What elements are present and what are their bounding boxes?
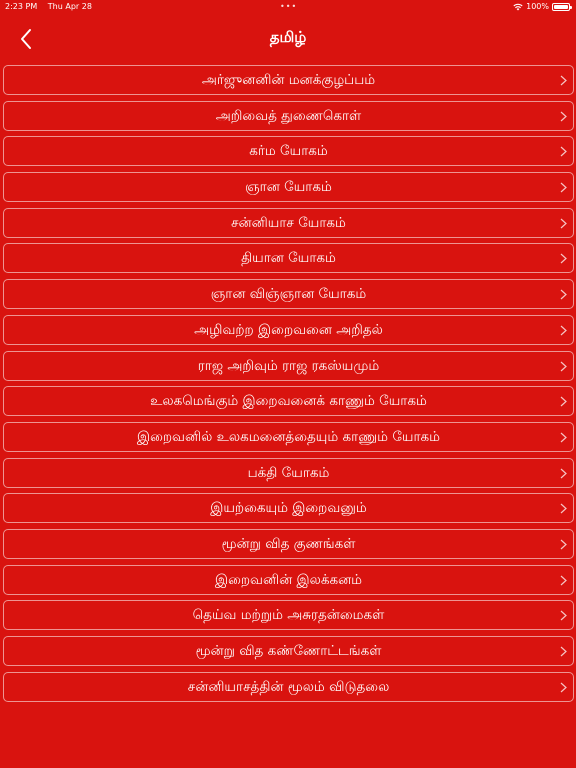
list-item[interactable]: பக்தி யோகம் xyxy=(3,457,574,488)
chapter-label: ராஜ அறிவும் ராஜ ரகஸ்யமும் xyxy=(197,357,380,374)
chapter-label: ஞான யோகம் xyxy=(245,179,332,196)
chapter-label: இயற்கையும் இறைவனும் xyxy=(210,500,367,517)
chevron-right-icon xyxy=(560,575,567,586)
list-item[interactable]: ஞான யோகம் xyxy=(3,172,574,203)
chevron-right-icon xyxy=(560,361,567,371)
chapter-label: அர்ஜுனனின் மனக்குழப்பம் xyxy=(201,72,376,88)
chevron-right-icon xyxy=(560,253,567,264)
status-left: 2:23 PM Thu Apr 28 xyxy=(5,0,100,14)
chevron-right-icon xyxy=(560,289,567,300)
list-item[interactable]: சன்னியாச யோகம் xyxy=(3,207,574,238)
list-item[interactable]: இயற்கையும் இறைவனும் xyxy=(3,493,574,524)
wifi-icon xyxy=(513,3,523,11)
list-item[interactable]: மூன்று வித கண்ணோட்டங்கள் xyxy=(3,636,574,666)
list-item[interactable]: அழிவற்ற இறைவனை அறிதல் xyxy=(3,314,574,345)
chapter-label: சன்னியாசத்தின் மூலம் விடுதலை xyxy=(187,678,390,695)
list-item[interactable]: கர்ம யோகம் xyxy=(3,136,574,167)
chapter-label: பக்தி யோகம் xyxy=(247,464,330,481)
chevron-right-icon xyxy=(560,503,567,514)
list-item[interactable]: அர்ஜுனனின் மனக்குழப்பம் xyxy=(3,65,574,95)
list-item[interactable]: ராஜ அறிவும் ராஜ ரகஸ்யமும் xyxy=(3,350,574,381)
battery-percent: 100% xyxy=(526,2,549,11)
status-date: Thu Apr 28 xyxy=(47,2,92,11)
chapter-label: மூன்று வித குணங்கள் xyxy=(221,535,356,552)
list-item[interactable]: இறைவனில் உலகமனைத்தையும் காணும் யோகம் xyxy=(3,421,574,452)
status-time: 2:23 PM xyxy=(5,2,38,11)
chevron-right-icon xyxy=(560,468,567,479)
battery-icon xyxy=(552,3,572,11)
chapter-label: மூன்று வித கண்ணோட்டங்கள் xyxy=(195,643,382,659)
chapter-label: உலகமெங்கும் இறைவனைக் காணும் யோகம் xyxy=(150,393,427,410)
page-title: தமிழ் xyxy=(269,28,307,46)
nav-bar: தமிழ் xyxy=(0,20,576,56)
list-item[interactable]: உலகமெங்கும் இறைவனைக் காணும் யோகம் xyxy=(3,386,574,417)
battery-level xyxy=(554,5,568,9)
chapter-label: அறிவைத் துணைகொள் xyxy=(215,107,362,124)
chevron-right-icon xyxy=(560,111,567,122)
list-item[interactable]: அறிவைத் துணைகொள் xyxy=(3,100,574,131)
chevron-right-icon xyxy=(560,539,567,550)
status-bar: 2:23 PM Thu Apr 28 ••• 100% xyxy=(0,0,576,14)
chevron-right-icon xyxy=(560,682,567,693)
chevron-right-icon xyxy=(560,182,567,193)
list-item[interactable]: சன்னியாசத்தின் மூலம் விடுதலை xyxy=(3,671,574,702)
chapter-label: தியான யோகம் xyxy=(241,250,336,267)
list-item[interactable]: மூன்று வித குணங்கள் xyxy=(3,528,574,559)
chapter-label: தெய்வ மற்றும் அசுரதன்மைகள் xyxy=(192,607,385,624)
chapter-list: அர்ஜுனனின் மனக்குழப்பம் அறிவைத் துணைகொள்… xyxy=(3,65,574,707)
chapter-label: சன்னியாச யோகம் xyxy=(231,214,346,231)
chapter-label: அழிவற்ற இறைவனை அறிதல் xyxy=(194,321,383,338)
multitask-dots[interactable]: ••• xyxy=(280,0,297,14)
chapter-label: ஞான விஞ்ஞான யோகம் xyxy=(210,286,367,303)
status-right: 100% xyxy=(513,0,572,14)
list-item[interactable]: தியான யோகம் xyxy=(3,243,574,274)
list-item[interactable]: இறைவனின் இலக்கனம் xyxy=(3,564,574,595)
list-item[interactable]: ஞான விஞ்ஞான யோகம் xyxy=(3,279,574,310)
chapter-label: கர்ம யோகம் xyxy=(249,143,328,160)
chapter-label: இறைவனின் இலக்கனம் xyxy=(214,571,363,588)
chevron-right-icon xyxy=(560,75,567,86)
chevron-right-icon xyxy=(560,218,567,229)
chevron-right-icon xyxy=(560,396,567,407)
list-item[interactable]: தெய்வ மற்றும் அசுரதன்மைகள் xyxy=(3,600,574,631)
chevron-right-icon xyxy=(560,325,567,336)
chevron-right-icon xyxy=(560,610,567,621)
chevron-right-icon xyxy=(560,146,567,157)
chevron-right-icon xyxy=(560,432,567,443)
chapter-label: இறைவனில் உலகமனைத்தையும் காணும் யோகம் xyxy=(136,428,441,445)
chevron-right-icon xyxy=(560,646,567,657)
